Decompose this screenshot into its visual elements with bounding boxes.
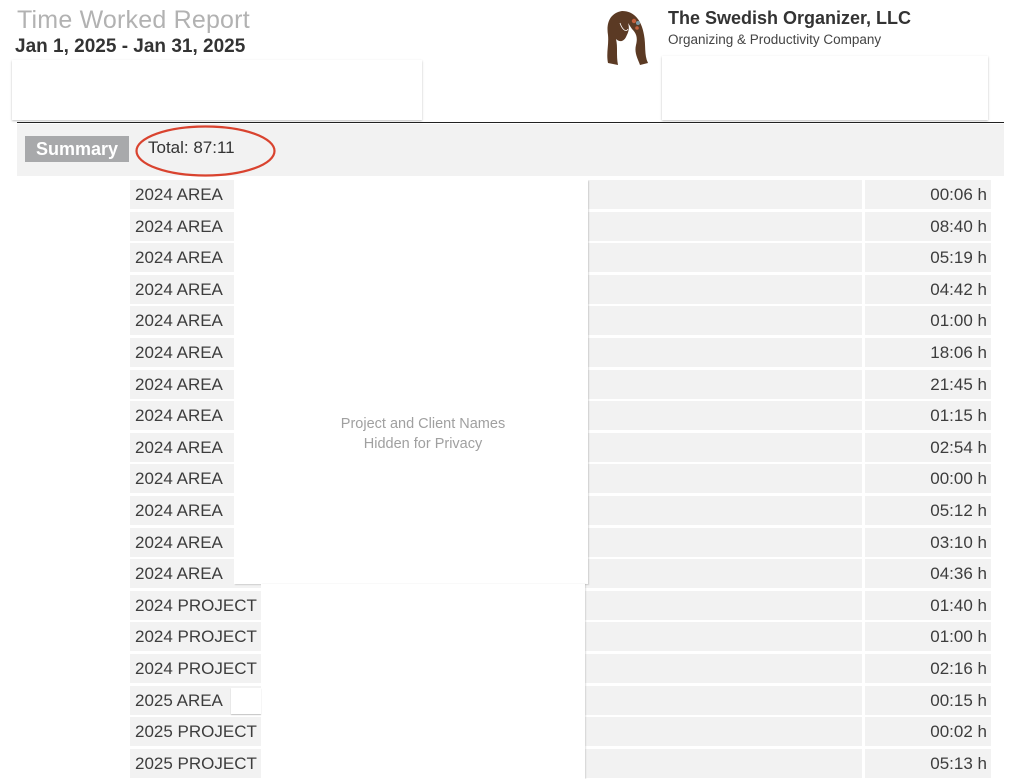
row-time: 01:15 h: [865, 401, 991, 431]
small-redaction-box: [231, 688, 261, 714]
row-time: 01:00 h: [865, 622, 991, 652]
summary-label: Summary: [25, 136, 129, 162]
row-time: 18:06 h: [865, 338, 991, 367]
report-title: Time Worked Report: [17, 6, 250, 34]
row-time: 08:40 h: [865, 211, 991, 241]
row-time: 05:13 h: [865, 748, 991, 778]
highlight-ellipse: [135, 125, 276, 177]
row-time: 04:36 h: [865, 559, 991, 589]
row-time: 02:16 h: [865, 654, 991, 683]
privacy-notice-line1: Project and Client Names: [340, 416, 506, 432]
row-time: 01:00 h: [865, 306, 991, 336]
woman-silhouette-logo-icon: [607, 11, 648, 65]
privacy-redaction-overlay: [234, 180, 588, 584]
row-time: 00:02 h: [865, 717, 991, 747]
redaction-box-right: [662, 56, 988, 120]
row-time: 01:40 h: [865, 590, 991, 620]
row-time: 05:12 h: [865, 496, 991, 525]
row-time: 00:00 h: [865, 464, 991, 494]
redaction-box-left: [12, 60, 422, 120]
row-time: 03:10 h: [865, 527, 991, 557]
company-tagline: Organizing & Productivity Company: [668, 32, 882, 47]
privacy-notice: Project and Client Names Hidden for Priv…: [234, 414, 612, 454]
row-time: 21:45 h: [865, 369, 991, 399]
row-time: 05:19 h: [865, 243, 991, 273]
row-time: 00:15 h: [865, 685, 991, 715]
row-time: 04:42 h: [865, 274, 991, 304]
header-divider: [17, 122, 1004, 123]
privacy-notice-line2: Hidden for Privacy: [363, 436, 483, 452]
date-range: Jan 1, 2025 - Jan 31, 2025: [15, 36, 246, 57]
row-time: 00:06 h: [865, 180, 991, 209]
privacy-redaction-overlay-lower: [261, 584, 585, 779]
row-time: 02:54 h: [865, 432, 991, 462]
company-name: The Swedish Organizer, LLC: [668, 8, 912, 28]
